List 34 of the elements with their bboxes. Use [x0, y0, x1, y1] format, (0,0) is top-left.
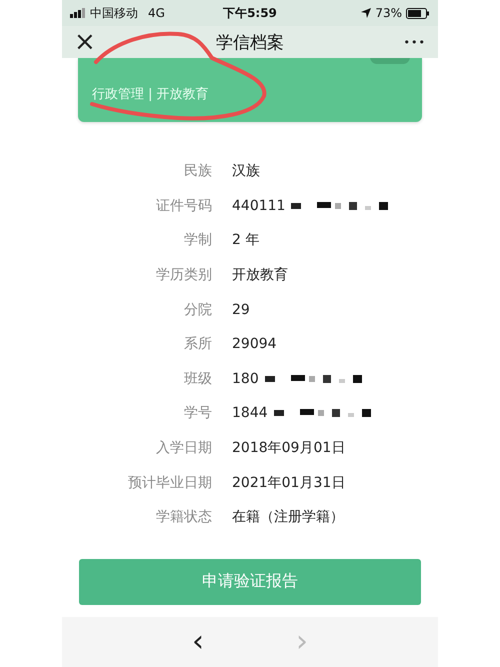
- carrier-name: 中国移动: [90, 4, 138, 22]
- field-label: 学号: [183, 404, 212, 422]
- field-value: 1844: [232, 405, 268, 422]
- field-value: 29094: [232, 336, 277, 352]
- field-label: 分院: [183, 300, 212, 319]
- field-label: 预计毕业日期: [127, 474, 212, 492]
- field-value: 2 年: [232, 231, 260, 250]
- more-button[interactable]: •••: [386, 36, 426, 48]
- field-label: 学籍状态: [155, 508, 212, 526]
- location-arrow-icon: [361, 8, 372, 18]
- field-value: 2021年01月31日: [232, 474, 346, 492]
- field-label: 学历类别: [155, 266, 212, 284]
- status-time: 下午5:59: [223, 6, 277, 20]
- field-label: 学制: [183, 231, 212, 250]
- field-label: 证件号码: [155, 196, 212, 215]
- field-value: 440111: [232, 198, 286, 214]
- battery-icon: [406, 8, 430, 18]
- battery-percent: 73%: [375, 6, 402, 20]
- signal-icon: [70, 8, 86, 18]
- field-label: 民族: [183, 162, 212, 180]
- field-label: 系所: [183, 335, 212, 354]
- field-value: 在籍（注册学籍）: [232, 508, 344, 526]
- field-value: 开放教育: [232, 266, 288, 284]
- field-value: 汉族: [232, 162, 260, 180]
- back-button[interactable]: ‹: [186, 627, 210, 657]
- close-button[interactable]: ×: [74, 29, 114, 55]
- field-value: 2018年09月01日: [232, 439, 346, 458]
- major-info: 行政管理 | 开放教育: [92, 86, 210, 103]
- network-type: 4G: [148, 6, 165, 20]
- field-label: 入学日期: [155, 439, 212, 458]
- field-value: 29: [232, 302, 250, 318]
- field-label: 班级: [183, 370, 212, 388]
- field-value: 180: [232, 370, 259, 387]
- page-title: 学信档案: [215, 32, 285, 54]
